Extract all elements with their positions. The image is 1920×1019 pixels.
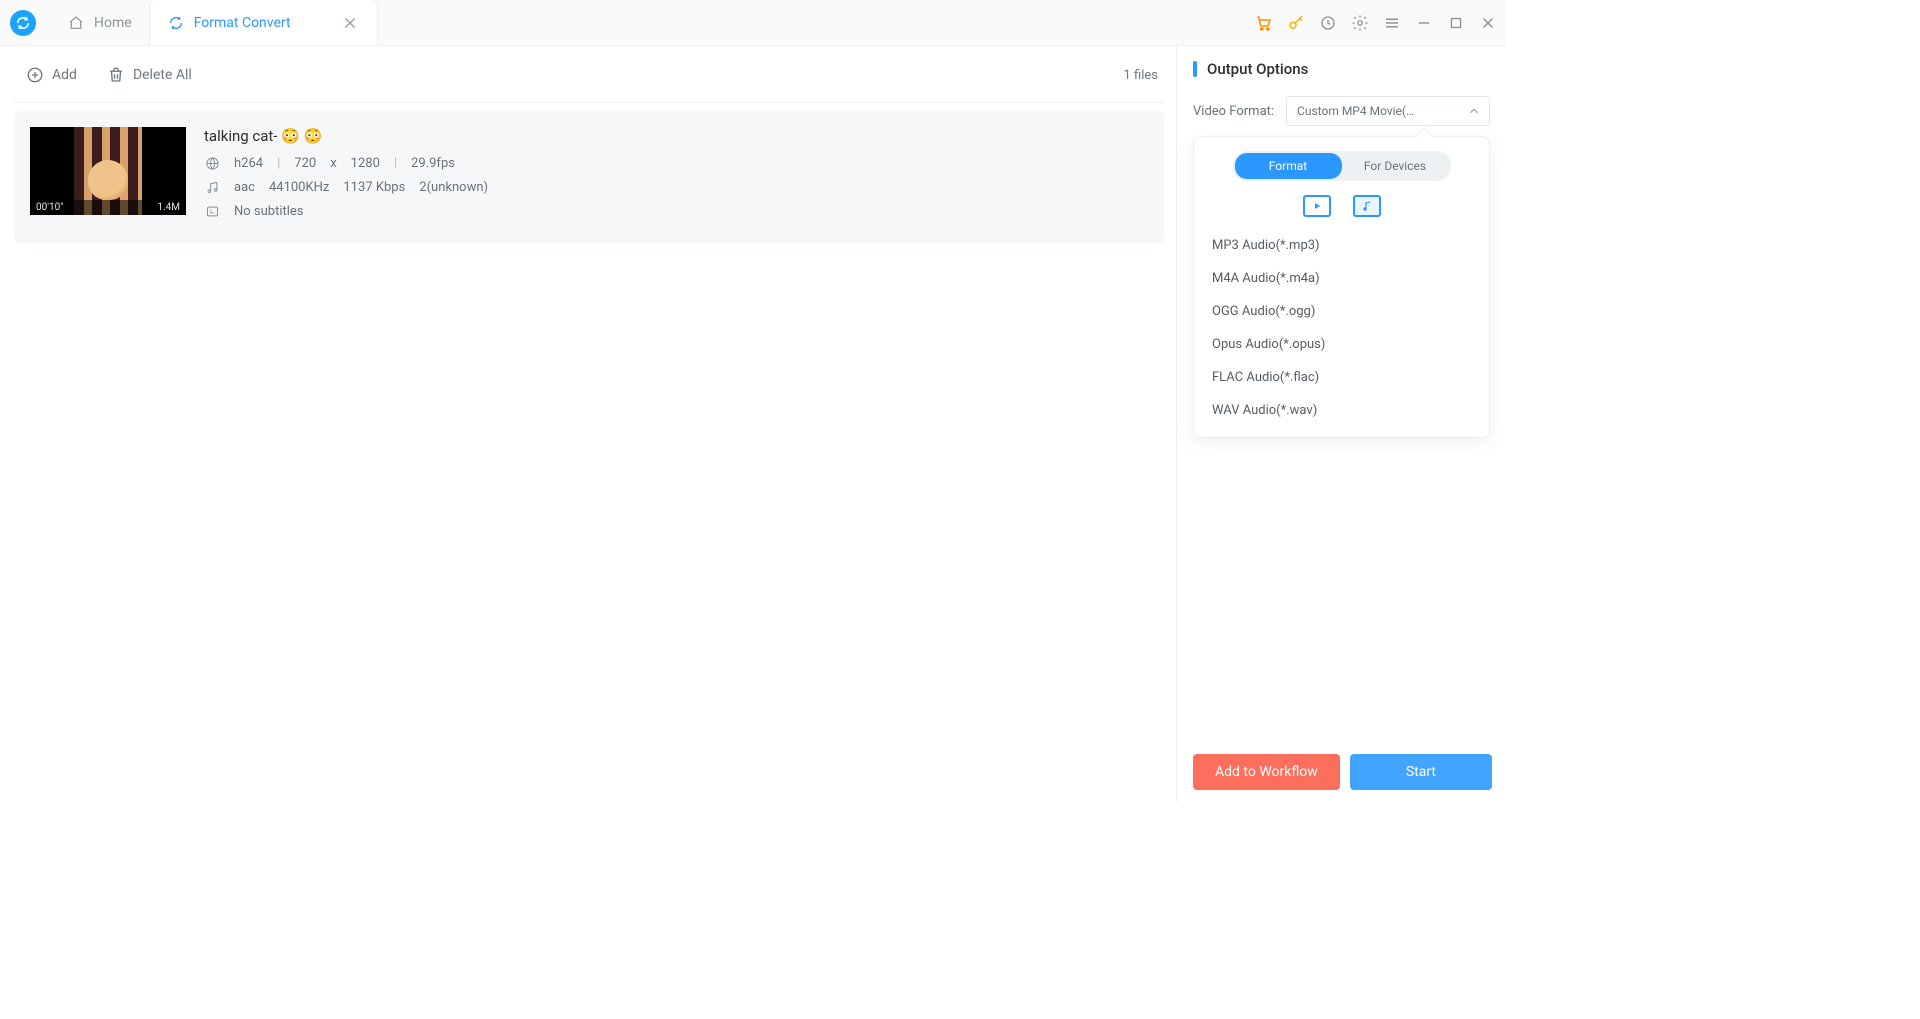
tab-home-label: Home <box>94 15 132 31</box>
key-icon[interactable] <box>1286 13 1306 33</box>
subtitle-meta-row: No subtitles <box>204 203 488 219</box>
audio-channels: 2(unknown) <box>419 180 488 195</box>
tab-home[interactable]: Home <box>50 0 150 46</box>
file-title: talking cat- 😳 😳 <box>204 127 488 145</box>
toolbar-divider <box>14 102 1164 103</box>
video-format-row: Video Format: Custom MP4 Movie(… <box>1193 96 1490 126</box>
audio-type-icon[interactable] <box>1353 195 1381 217</box>
toolbar: Add Delete All 1 files <box>14 58 1164 92</box>
video-width: 720 <box>294 156 316 171</box>
format-option[interactable]: FLAC Audio(*.flac) <box>1208 361 1475 394</box>
audio-samplerate: 44100KHz <box>269 180 329 195</box>
file-thumbnail: 00'10" 1.4M <box>30 127 186 215</box>
video-format-value: Custom MP4 Movie(… <box>1297 104 1414 118</box>
audio-meta-row: aac 44100KHz 1137 Kbps 2(unknown) <box>204 179 488 195</box>
video-fps: 29.9fps <box>411 156 455 171</box>
format-option[interactable]: MP3 Audio(*.mp3) <box>1208 229 1475 262</box>
menu-icon[interactable] <box>1382 13 1402 33</box>
chevron-up-icon <box>1467 104 1481 118</box>
video-format-label: Video Format: <box>1193 104 1274 119</box>
format-option[interactable]: WAV Audio(*.wav) <box>1208 394 1475 427</box>
main-column: Add Delete All 1 files 00'10" 1.4M <box>0 46 1176 802</box>
format-option[interactable]: M4A Audio(*.m4a) <box>1208 262 1475 295</box>
seg-devices-tab[interactable]: For Devices <box>1342 153 1449 179</box>
video-format-select[interactable]: Custom MP4 Movie(… <box>1286 96 1490 126</box>
audio-codec: aac <box>234 180 255 195</box>
start-button[interactable]: Start <box>1350 754 1492 790</box>
minimize-icon[interactable] <box>1414 13 1434 33</box>
add-label: Add <box>52 67 77 83</box>
subtitle-icon <box>204 203 220 219</box>
add-button[interactable]: Add <box>20 62 83 88</box>
workspace: Add Delete All 1 files 00'10" 1.4M <box>0 46 1506 802</box>
format-dropdown: Format For Devices MP3 Audio(*.mp3) M4A … <box>1193 136 1490 438</box>
add-to-workflow-button[interactable]: Add to Workflow <box>1193 754 1340 790</box>
delete-all-label: Delete All <box>133 67 192 83</box>
video-icon <box>204 155 220 171</box>
file-item[interactable]: 00'10" 1.4M talking cat- 😳 😳 h264 | 720 … <box>14 111 1164 243</box>
delete-all-button[interactable]: Delete All <box>101 62 198 88</box>
video-type-icon[interactable] <box>1303 195 1331 217</box>
maximize-icon[interactable] <box>1446 13 1466 33</box>
output-options-title: Output Options <box>1193 60 1490 78</box>
video-meta-row: h264 | 720 x 1280 | 29.9fps <box>204 155 488 171</box>
audio-icon <box>204 179 220 195</box>
tab-format-convert[interactable]: Format Convert <box>150 0 377 46</box>
format-option[interactable]: Opus Audio(*.opus) <box>1208 328 1475 361</box>
audio-bitrate: 1137 Kbps <box>343 180 405 195</box>
footer-actions: Add to Workflow Start <box>1193 754 1492 790</box>
format-option[interactable]: OGG Audio(*.ogg) <box>1208 295 1475 328</box>
gear-icon[interactable] <box>1350 13 1370 33</box>
refresh-icon <box>168 15 184 31</box>
window-actions <box>1254 13 1498 33</box>
video-height: 1280 <box>351 156 380 171</box>
seg-format-tab[interactable]: Format <box>1235 153 1342 179</box>
cart-icon[interactable] <box>1254 13 1274 33</box>
video-x: x <box>330 156 336 171</box>
thumb-size: 1.4M <box>157 202 180 213</box>
tab-active-label: Format Convert <box>194 15 291 31</box>
format-segmented-control: Format For Devices <box>1233 151 1451 181</box>
file-count: 1 files <box>1124 68 1159 83</box>
media-type-toggle <box>1208 195 1475 217</box>
tab-close-button[interactable] <box>341 14 359 32</box>
close-icon[interactable] <box>1478 13 1498 33</box>
home-icon <box>68 15 84 31</box>
side-panel: Output Options Video Format: Custom MP4 … <box>1176 46 1506 802</box>
clock-icon[interactable] <box>1318 13 1338 33</box>
video-codec: h264 <box>234 156 263 171</box>
thumb-duration: 00'10" <box>36 202 63 213</box>
app-logo-icon <box>10 10 36 36</box>
title-bar: Home Format Convert <box>0 0 1506 46</box>
subtitle-text: No subtitles <box>234 204 304 219</box>
file-meta: talking cat- 😳 😳 h264 | 720 x 1280 | 29.… <box>204 127 488 227</box>
format-list: MP3 Audio(*.mp3) M4A Audio(*.m4a) OGG Au… <box>1208 229 1475 427</box>
